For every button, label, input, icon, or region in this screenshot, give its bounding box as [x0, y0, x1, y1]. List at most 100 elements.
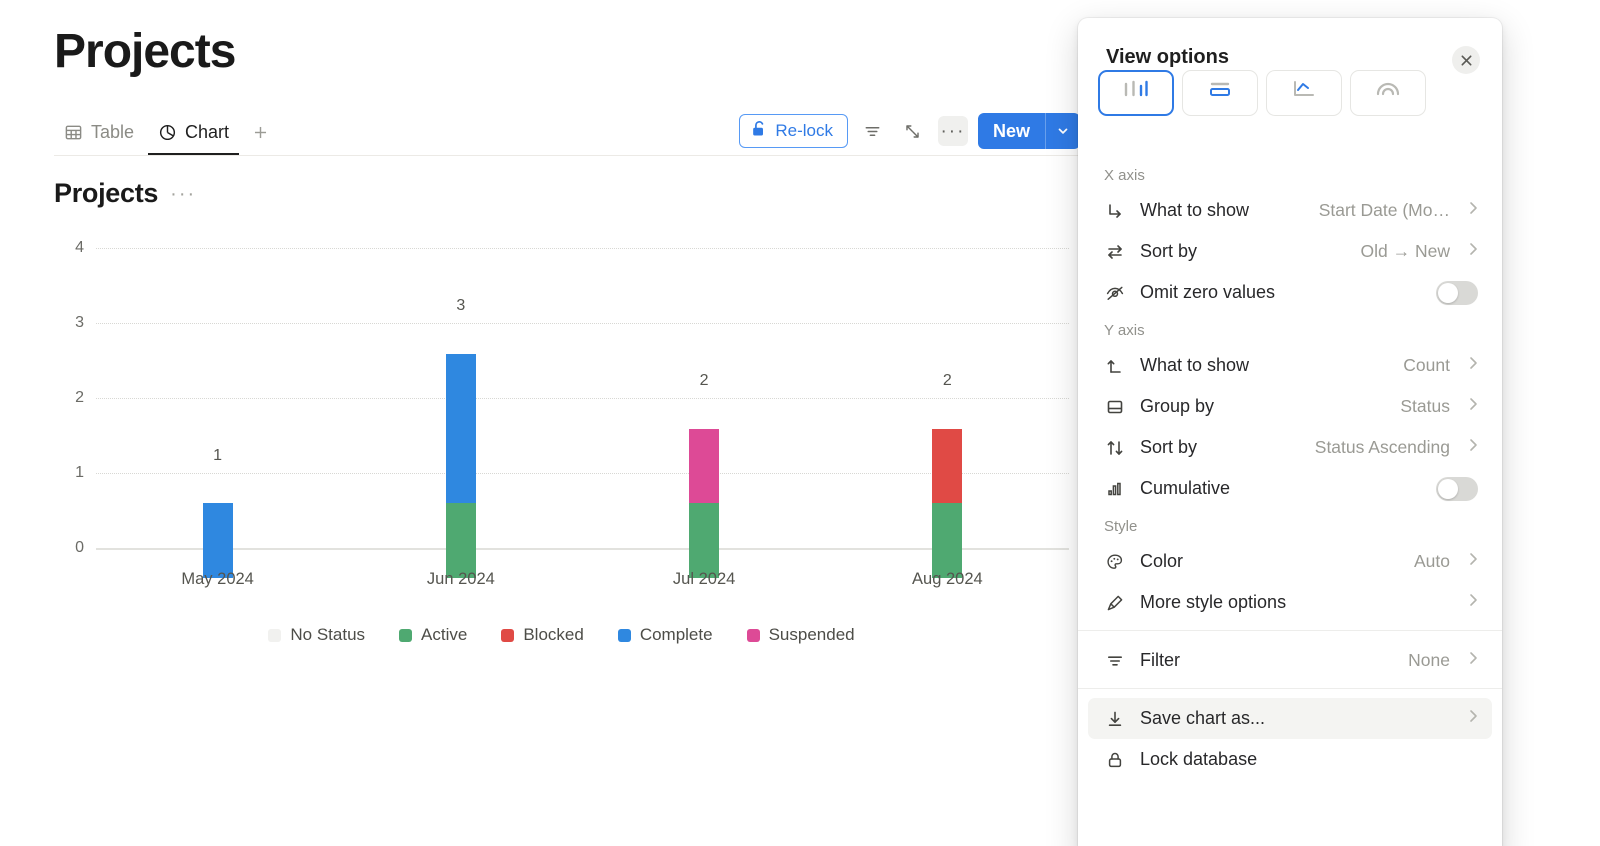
panel-row-color[interactable]: Color Auto [1088, 541, 1492, 582]
panel-divider [1078, 630, 1502, 631]
tab-table[interactable]: Table [54, 110, 144, 155]
bar-column: 2 [583, 248, 826, 578]
arrow-up-corner-icon [1104, 356, 1126, 376]
more-options-label: ··· [940, 120, 966, 142]
view-toolbar: Re-lock ··· New [739, 113, 1080, 149]
chart-menu-button[interactable]: ··· [170, 184, 196, 204]
bar-stack[interactable] [932, 428, 963, 578]
relock-label: Re-lock [775, 121, 833, 140]
legend-item[interactable]: Complete [617, 625, 713, 645]
panel-row-what-to-show[interactable]: What to show Start Date (Mo… [1088, 190, 1492, 231]
bar-segment[interactable] [932, 428, 963, 503]
chevron-right-icon [1464, 651, 1478, 670]
bar-stack[interactable] [689, 428, 720, 578]
bar-segment[interactable] [932, 503, 963, 578]
eye-off-icon [1104, 283, 1126, 303]
panel-row-cumulative[interactable]: Cumulative [1088, 468, 1492, 509]
panel-row-label: Lock database [1140, 749, 1258, 769]
bar-stack[interactable] [202, 503, 233, 578]
bar-value-label: 2 [942, 372, 952, 389]
add-view-button[interactable] [243, 110, 277, 155]
legend-item[interactable]: Active [399, 625, 467, 645]
toggle-switch[interactable] [1436, 476, 1478, 501]
new-button-caret[interactable] [1045, 113, 1080, 149]
bar-segment[interactable] [445, 353, 476, 503]
filter-icon [1104, 651, 1126, 671]
more-options-button[interactable]: ··· [937, 116, 968, 146]
legend-label: Active [421, 625, 468, 644]
view-bar: Table Chart Re-lock ··· New [54, 110, 1080, 156]
new-button-label: New [992, 120, 1030, 141]
arrow-turn-right-icon [1104, 201, 1126, 221]
bar-segment[interactable] [202, 503, 233, 578]
bar-value-label: 3 [456, 297, 466, 314]
panel-section: Style Color Auto More style options [1078, 509, 1502, 623]
toggle-switch[interactable] [1436, 280, 1478, 305]
chart-type-line[interactable] [1266, 70, 1342, 116]
panel-section-label: X axis [1104, 166, 1145, 184]
chart-type-vertical-bar[interactable] [1098, 70, 1174, 116]
legend-swatch [746, 628, 760, 642]
panel-row-what-to-show[interactable]: What to show Count [1088, 345, 1492, 386]
legend-swatch [268, 628, 282, 642]
panel-section: Y axis What to show Count Group by Status Sor… [1078, 313, 1502, 509]
unlock-icon [751, 120, 768, 143]
main-page: Projects Table Chart Re-lock ··· New Pro… [0, 0, 1100, 846]
tab-table-label: Table [91, 122, 135, 142]
panel-row-label: What to show [1140, 200, 1250, 220]
chevron-right-icon [1464, 593, 1478, 612]
bar-column: 3 [339, 248, 582, 578]
panel-row-filter[interactable]: Filter None [1088, 640, 1492, 681]
chevron-right-icon [1464, 201, 1478, 220]
tab-chart-label: Chart [185, 122, 230, 142]
panel-section: Filter None [1078, 638, 1502, 681]
relock-button[interactable]: Re-lock [739, 114, 848, 148]
panel-row-sort-by[interactable]: Sort by Old → New [1088, 231, 1492, 272]
x-axis-label: May 2024 [181, 570, 254, 588]
panel-option-rows: X axis What to show Start Date (Mo… Sort by… [1078, 158, 1502, 780]
panel-row-sort-by[interactable]: Sort by Status Ascending [1088, 427, 1492, 468]
page-title: Projects [54, 25, 236, 78]
chart-type-horizontal-bar[interactable] [1182, 70, 1258, 116]
legend-item[interactable]: Suspended [746, 625, 855, 645]
filter-icon[interactable] [858, 116, 888, 146]
y-axis-tick: 2 [75, 389, 84, 406]
bar-value-label: 1 [213, 447, 223, 464]
bar-segment[interactable] [689, 428, 720, 503]
y-axis-tick: 4 [75, 239, 84, 256]
panel-row-label: Cumulative [1140, 478, 1231, 498]
bar-column: 1 [96, 248, 339, 578]
bar-chart-icon [1104, 479, 1126, 499]
sort-updown-icon [1104, 438, 1126, 458]
panel-divider [1078, 688, 1502, 689]
panel-row-value: Auto [1414, 551, 1450, 571]
chevron-right-icon [1464, 397, 1478, 416]
legend-swatch [617, 628, 631, 642]
chart-header: Projects ··· [54, 178, 196, 209]
panel-row-more-style-options[interactable]: More style options [1088, 582, 1492, 623]
legend-item[interactable]: Blocked [501, 625, 584, 645]
legend-label: No Status [290, 625, 366, 644]
panel-row-lock-database[interactable]: Lock database [1088, 739, 1492, 780]
chevron-right-icon [1464, 438, 1478, 457]
legend-item[interactable]: No Status [268, 625, 365, 645]
panel-row-group-by[interactable]: Group by Status [1088, 386, 1492, 427]
close-icon[interactable] [1452, 46, 1480, 74]
tab-chart[interactable]: Chart [148, 110, 240, 155]
x-axis-label: Jun 2024 [426, 570, 495, 588]
panel-row-save-chart-as[interactable]: Save chart as... [1088, 698, 1492, 739]
bar-segment[interactable] [445, 503, 476, 578]
bar-segment[interactable] [689, 503, 720, 578]
panel-section-label: Style [1104, 517, 1138, 535]
panel-row-omit-zero-values[interactable]: Omit zero values [1088, 272, 1492, 313]
chart-type-donut[interactable] [1350, 70, 1426, 116]
palette-icon [1104, 552, 1126, 572]
panel-title: View options [1106, 46, 1229, 68]
chevron-right-icon [1464, 552, 1478, 571]
panel-row-value: Old → New [1360, 241, 1450, 261]
legend-label: Suspended [768, 625, 855, 644]
panel-row-label: Omit zero values [1140, 282, 1276, 302]
bar-stack[interactable] [445, 353, 476, 578]
expand-arrows-icon[interactable] [898, 116, 928, 146]
new-button[interactable]: New [977, 113, 1080, 149]
